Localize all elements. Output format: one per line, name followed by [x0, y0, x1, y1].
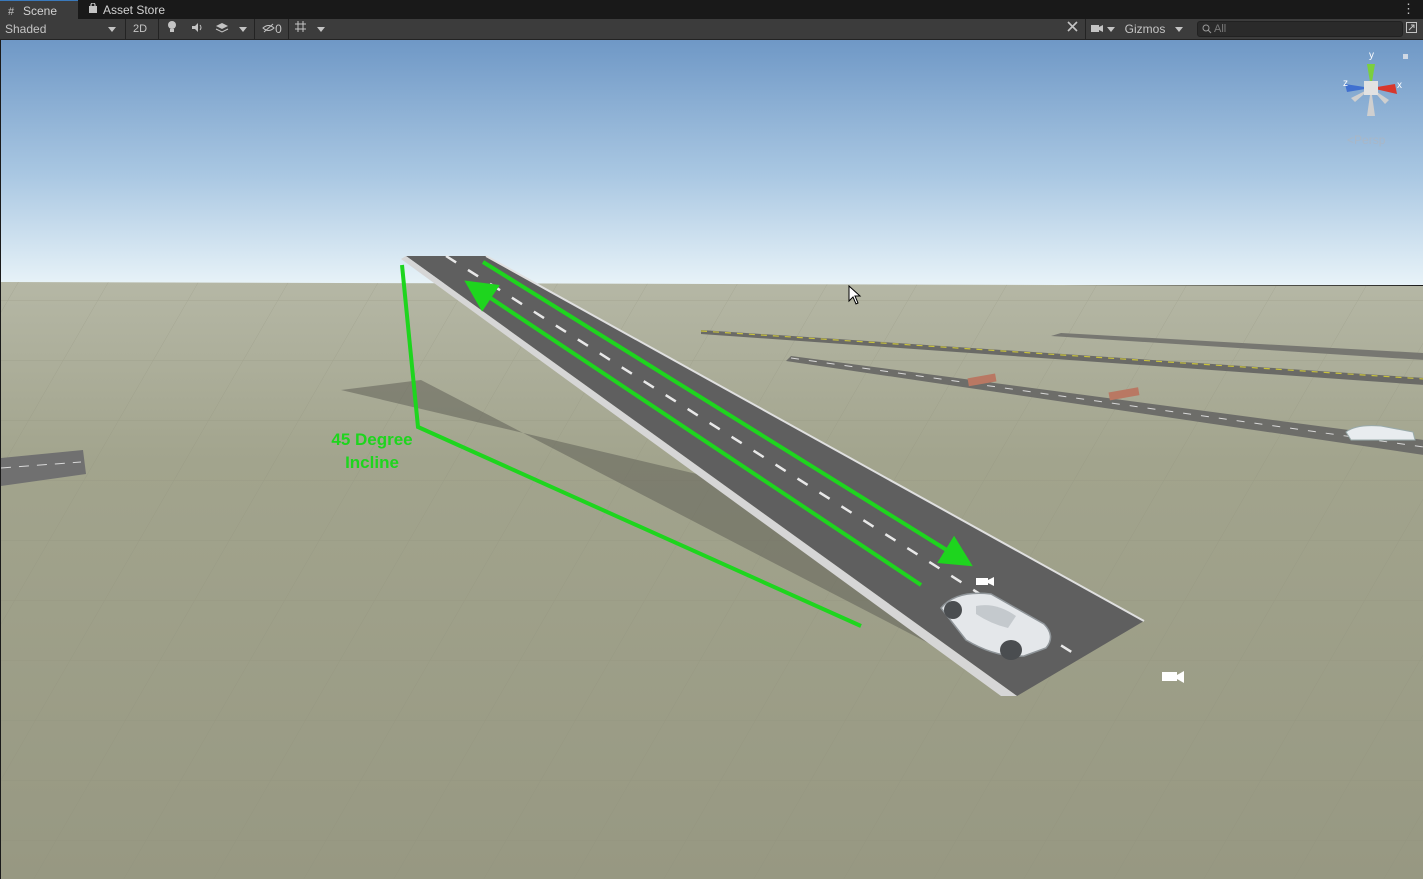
tab-scene[interactable]: # Scene — [0, 0, 78, 19]
search-input[interactable] — [1214, 22, 1394, 36]
gizmos-label: Gizmos — [1124, 22, 1166, 36]
scene-search[interactable] — [1197, 21, 1403, 37]
hidden-eye-icon — [262, 22, 275, 36]
toggle-2d-button[interactable]: 2D — [128, 20, 152, 38]
incline-annotation-line2: Incline — [345, 453, 399, 472]
effects-dropdown[interactable] — [236, 20, 250, 38]
audio-toggle-button[interactable] — [187, 20, 207, 38]
axis-y-label: y — [1369, 50, 1374, 61]
projection-label: Persp — [1354, 133, 1386, 147]
incline-annotation: 45 Degree Incline — [317, 428, 427, 474]
chevron-down-icon — [1107, 27, 1116, 33]
more-options-icon[interactable]: ⋮ — [1402, 1, 1415, 17]
scene-visibility-toggle[interactable]: 0 — [258, 20, 286, 38]
tab-scene-label: Scene — [23, 4, 58, 18]
search-icon — [1202, 23, 1212, 37]
grid-hash-icon — [294, 21, 307, 36]
tab-bar: # Scene Asset Store ⋮ — [0, 0, 1423, 19]
chevron-down-icon — [317, 27, 325, 33]
projection-toggle[interactable]: <Persp — [1347, 133, 1385, 147]
gizmos-dropdown[interactable] — [1172, 20, 1186, 38]
camera-settings-dropdown[interactable] — [1088, 20, 1118, 38]
axis-x-label: x — [1397, 80, 1402, 91]
tab-asset-store-label: Asset Store — [103, 3, 166, 17]
lightbulb-icon — [167, 21, 177, 36]
scene-render — [1, 40, 1423, 879]
draw-mode-dropdown[interactable]: Shaded — [0, 20, 122, 38]
maximize-icon[interactable] — [1404, 20, 1418, 38]
toggle-2d-label: 2D — [132, 23, 148, 35]
chevron-down-icon — [108, 27, 116, 32]
gizmos-button[interactable]: Gizmos — [1121, 20, 1169, 38]
shopping-bag-icon — [88, 1, 100, 21]
chevron-left-icon: < — [1347, 133, 1355, 147]
chevron-down-icon — [239, 27, 247, 33]
hidden-count: 0 — [275, 22, 282, 36]
grid-toggle-button[interactable] — [291, 20, 309, 38]
tools-button[interactable] — [1062, 20, 1082, 38]
lock-icon — [1403, 54, 1408, 59]
scene-viewport[interactable]: 45 Degree Incline y z x <Persp — [0, 40, 1423, 879]
draw-mode-label: Shaded — [5, 22, 47, 36]
mouse-cursor-icon — [848, 284, 862, 308]
speaker-icon — [191, 22, 204, 36]
layers-effects-icon — [215, 22, 229, 36]
orientation-gizmo[interactable]: y z x — [1337, 46, 1409, 126]
camera-icon — [1090, 22, 1104, 36]
scene-toolbar: Shaded 2D 0 Gizmos — [0, 19, 1423, 40]
sky — [1, 40, 1423, 285]
chevron-down-icon — [1175, 27, 1183, 33]
effects-toggle-button[interactable] — [212, 20, 232, 38]
tools-wrench-icon — [1066, 21, 1079, 36]
axis-z-label: z — [1343, 78, 1348, 89]
incline-annotation-line1: 45 Degree — [331, 430, 413, 449]
grid-dropdown[interactable] — [314, 20, 328, 38]
lighting-toggle-button[interactable] — [162, 20, 182, 38]
tab-asset-store[interactable]: Asset Store — [80, 0, 186, 19]
